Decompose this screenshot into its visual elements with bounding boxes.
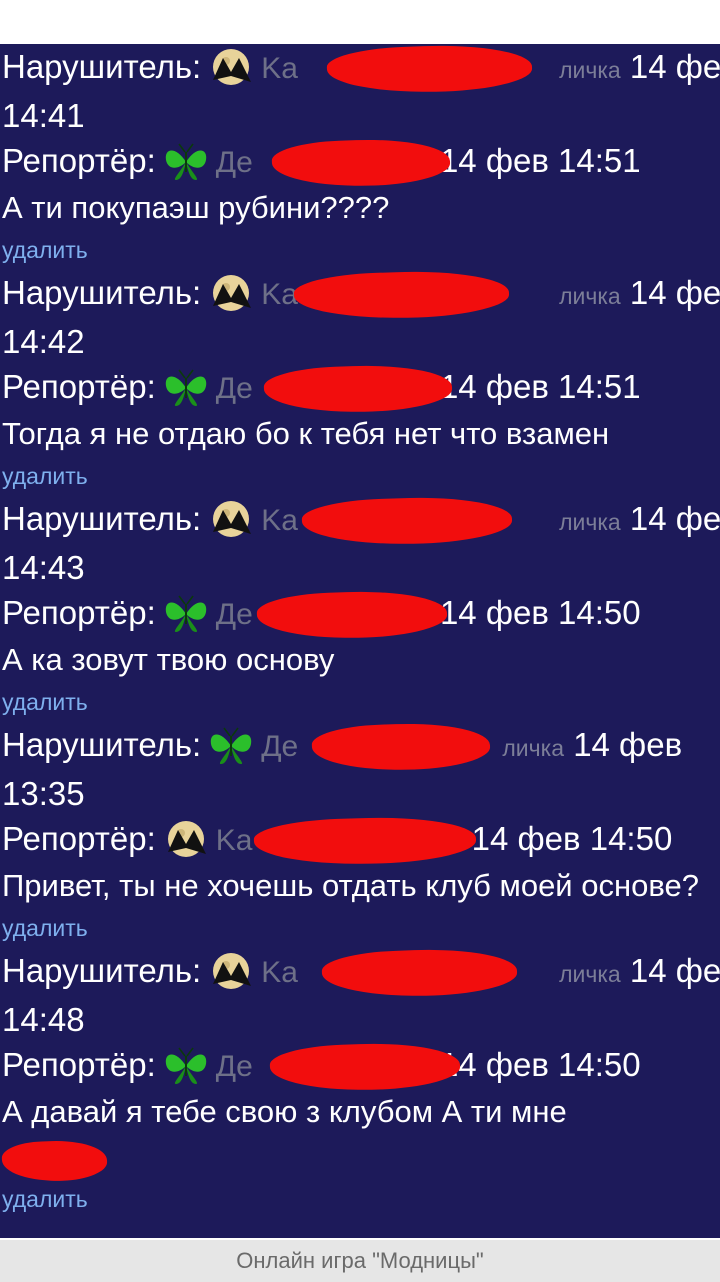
- reporter-label: Репортёр:: [2, 1046, 156, 1083]
- violator-label: Нарушитель:: [2, 274, 202, 311]
- redaction-mark: [301, 494, 513, 548]
- reporter-name[interactable]: Ka: [216, 824, 253, 857]
- message-text: А ка зовут твою основу: [2, 642, 335, 677]
- reporter-time: 14 фев 14:51: [439, 368, 641, 405]
- delete-link[interactable]: удалить: [2, 908, 720, 948]
- message-text: Привет, ты не хочешь отдать клуб моей ос…: [2, 868, 699, 903]
- chat-context: личка: [559, 509, 621, 535]
- violator-name[interactable]: Ka: [261, 504, 298, 537]
- redaction-mark: [293, 268, 510, 322]
- reporter-label: Репортёр:: [2, 820, 156, 857]
- redaction-mark: [256, 588, 448, 642]
- violator-time-cont: 14:48: [2, 1001, 85, 1038]
- moon-bat-icon[interactable]: [207, 498, 255, 540]
- violator-label: Нарушитель:: [2, 952, 202, 989]
- chat-context: личка: [559, 57, 621, 83]
- moon-bat-icon[interactable]: [207, 950, 255, 992]
- reporter-label: Репортёр:: [2, 142, 156, 179]
- redaction-mark: [253, 814, 477, 868]
- redaction-mark: [263, 362, 453, 416]
- footer-text[interactable]: Онлайн игра "Модницы": [236, 1248, 483, 1273]
- redaction-mark: [271, 136, 451, 190]
- complaint-entry: Нарушитель: Ka личка 14 фев 14:48 Репортё…: [0, 946, 720, 1219]
- reporter-name[interactable]: Де: [216, 598, 253, 631]
- complaint-entry: Нарушитель: Де личка 14 фев 13:35 Репортё…: [0, 720, 720, 948]
- violator-row: Нарушитель: Де личка 14 фев: [2, 720, 720, 774]
- violator-label: Нарушитель:: [2, 48, 202, 85]
- violator-label: Нарушитель:: [2, 726, 202, 763]
- reporter-name[interactable]: Де: [216, 1050, 253, 1083]
- delete-link[interactable]: удалить: [2, 1179, 720, 1219]
- violator-name[interactable]: Де: [261, 730, 298, 763]
- message-text: Тогда я не отдаю бо к тебя нет что взаме…: [2, 416, 610, 451]
- complaint-entry: Нарушитель: Ka личка 14 фев 14:43 Репортё…: [0, 494, 720, 722]
- delete-link[interactable]: удалить: [2, 230, 720, 270]
- message-text-visible: А давай я тебе свою з клубом А ти мне: [2, 1094, 567, 1129]
- delete-link[interactable]: удалить: [2, 456, 720, 496]
- reporter-time: 14 фев 14:50: [439, 1046, 641, 1083]
- violator-row: Нарушитель: Ka личка 14 фев: [2, 494, 720, 548]
- violator-time-cont: 13:35: [2, 775, 85, 812]
- chat-context: личка: [502, 735, 565, 761]
- delete-link[interactable]: удалить: [2, 682, 720, 722]
- chat-context: личка: [559, 961, 621, 987]
- reporter-time: 14 фев 14:50: [471, 820, 673, 857]
- message-text: А ти покупаэш рубини????: [2, 190, 390, 225]
- violator-time: 14 фев: [629, 952, 720, 989]
- reporter-time: 14 фев 14:50: [439, 594, 641, 631]
- green-butterfly-icon[interactable]: [162, 592, 210, 634]
- violator-time-cont: 14:41: [2, 97, 85, 134]
- violator-name[interactable]: Ka: [261, 956, 298, 989]
- reporter-label: Репортёр:: [2, 368, 156, 405]
- moon-bat-icon[interactable]: [207, 46, 255, 88]
- reporter-name[interactable]: Де: [216, 372, 253, 405]
- reporter-time: 14 фев 14:51: [439, 142, 641, 179]
- redaction-mark: [311, 720, 491, 774]
- moon-bat-icon[interactable]: [207, 272, 255, 314]
- redaction-mark: [1, 1138, 108, 1183]
- violator-time-cont: 14:42: [2, 323, 85, 360]
- redaction-mark: [269, 1040, 461, 1094]
- green-butterfly-icon[interactable]: [162, 1044, 210, 1086]
- violator-label: Нарушитель:: [2, 500, 202, 537]
- footer-bar: Онлайн игра "Модницы": [0, 1238, 720, 1282]
- reporter-row: Репортёр: Ka 14 фев 14:50: [2, 814, 720, 868]
- complaint-entry: Нарушитель: Ka личка 14 фев 14:42 Репортё…: [0, 268, 720, 496]
- reporter-row: Репортёр: Де 14 фев 14:51: [2, 136, 720, 190]
- violator-time: 14 фев: [629, 274, 720, 311]
- violator-time: 14 фев: [629, 500, 720, 537]
- violator-row: Нарушитель: Ka личка 14 фев: [2, 44, 720, 96]
- green-butterfly-icon[interactable]: [162, 140, 210, 182]
- violator-name[interactable]: Ka: [261, 52, 298, 85]
- violator-time-cont: 14:43: [2, 549, 85, 586]
- redaction-mark: [321, 946, 518, 1000]
- moon-bat-icon[interactable]: [162, 818, 210, 860]
- complaint-entry: Нарушитель: Ka личка 14 фев 14:41 Репортё…: [0, 44, 720, 270]
- message-text: А давай я тебе свою з клубом А ти мне: [1, 1089, 720, 1183]
- violator-time: 14 фев: [573, 726, 683, 763]
- redaction-mark: [326, 44, 533, 96]
- reporter-name[interactable]: Де: [216, 146, 253, 179]
- reporter-row: Репортёр: Де 14 фев 14:50: [2, 1040, 720, 1094]
- reporter-label: Репортёр:: [2, 594, 156, 631]
- chat-context: личка: [559, 283, 621, 309]
- violator-row: Нарушитель: Ka личка 14 фев: [2, 268, 720, 322]
- reporter-row: Репортёр: Де 14 фев 14:50: [2, 588, 720, 642]
- violator-name[interactable]: Ka: [261, 278, 298, 311]
- violator-row: Нарушитель: Ka личка 14 фев: [2, 946, 720, 1000]
- green-butterfly-icon[interactable]: [207, 724, 255, 766]
- reporter-row: Репортёр: Де 14 фев 14:51: [2, 362, 720, 416]
- complaints-list: Нарушитель: Ka личка 14 фев 14:41 Репортё…: [0, 44, 720, 1238]
- green-butterfly-icon[interactable]: [162, 366, 210, 408]
- violator-time: 14 фев: [629, 48, 720, 85]
